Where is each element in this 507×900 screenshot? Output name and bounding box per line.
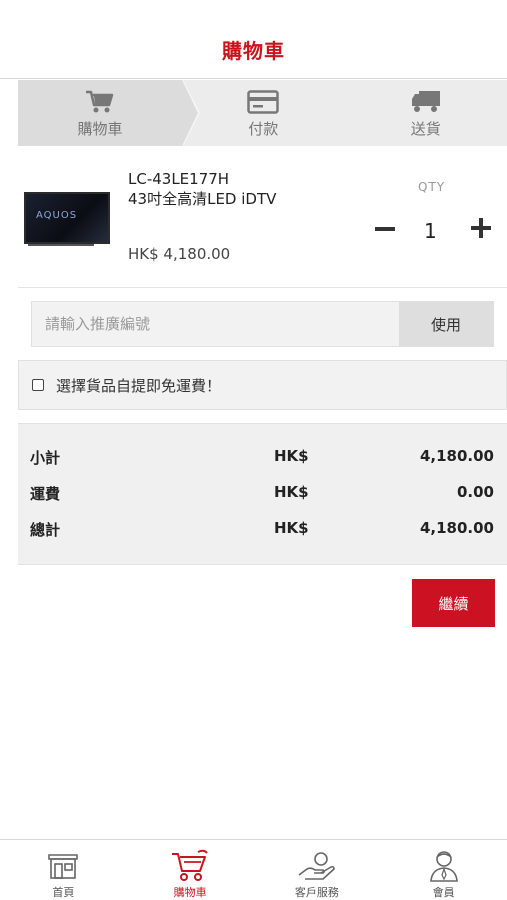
page-title: 購物車: [222, 39, 285, 63]
apply-promo-button[interactable]: 使用: [399, 302, 493, 346]
product-name: 43吋全高清LED iDTV: [128, 190, 277, 208]
cart-icon: [85, 88, 115, 116]
nav-item-member[interactable]: 會員: [380, 840, 507, 900]
nav-label: 客戶服務: [294, 886, 339, 899]
minus-icon: [375, 227, 395, 231]
summary-label: 總計: [30, 521, 61, 539]
summary-currency: HK$: [274, 519, 309, 537]
step-label: 送貨: [410, 119, 441, 138]
checkout-steps: 購物車 付款 送貨: [18, 80, 507, 146]
cart-item: AQUOS LC-43LE177H 43吋全高清LED iDTV HK$ 4,1…: [18, 146, 507, 288]
nav-label: 會員: [432, 886, 455, 899]
member-icon: [427, 848, 461, 884]
customer-service-icon: [297, 848, 337, 884]
summary-label: 運費: [30, 485, 61, 503]
continue-button[interactable]: 繼續: [412, 579, 495, 627]
product-image-stand: [28, 244, 94, 246]
summary-row-shipping: 運費 HK$ 0.00: [18, 483, 507, 505]
product-image[interactable]: AQUOS: [24, 192, 110, 244]
nav-item-customer-service[interactable]: 客戶服務: [254, 840, 381, 900]
summary-amount: 4,180.00: [419, 519, 494, 537]
product-model: LC-43LE177H: [128, 170, 230, 188]
step-cart: 購物車: [18, 80, 200, 146]
qty-value: 1: [424, 219, 437, 243]
step-label: 購物車: [77, 119, 123, 138]
summary-currency: HK$: [274, 447, 309, 465]
step-payment: 付款: [182, 80, 345, 146]
self-pickup-option[interactable]: 選擇貨品自提即免運費！: [18, 360, 507, 410]
product-price: HK$ 4,180.00: [128, 245, 231, 263]
step-delivery: 送貨: [345, 80, 507, 146]
nav-label: 購物車: [173, 886, 207, 899]
shopping-cart-icon: [170, 848, 210, 884]
nav-item-home[interactable]: 首頁: [0, 840, 127, 900]
home-icon: [46, 848, 80, 884]
qty-increase-button[interactable]: [470, 217, 494, 241]
cart-page: 購物車 購物車 付款 送貨 AQUOS LC-43LE177H 43吋全高清LE…: [0, 0, 507, 900]
step-label: 付款: [248, 119, 279, 138]
summary-currency: HK$: [274, 483, 309, 501]
summary-amount: 0.00: [456, 483, 494, 501]
summary-row-total: 總計 HK$ 4,180.00: [18, 519, 507, 541]
truck-icon: [410, 88, 442, 116]
qty-decrease-button[interactable]: [374, 216, 396, 242]
nav-item-cart[interactable]: 購物車: [127, 840, 254, 900]
nav-label: 首頁: [52, 886, 75, 899]
qty-label: QTY: [418, 180, 446, 194]
summary-label: 小計: [30, 449, 61, 467]
self-pickup-checkbox[interactable]: [32, 379, 44, 391]
self-pickup-label: 選擇貨品自提即免運費！: [56, 376, 222, 395]
app-header: 購物車: [0, 0, 507, 79]
bottom-nav: 首頁 購物車 客戶服務 會員: [0, 839, 507, 900]
credit-card-icon: [247, 88, 279, 116]
summary-amount: 4,180.00: [419, 447, 494, 465]
summary-row-subtotal: 小計 HK$ 4,180.00: [18, 447, 507, 469]
promo-code-form: 使用: [31, 301, 494, 347]
promo-code-input[interactable]: [32, 302, 399, 346]
order-summary: 小計 HK$ 4,180.00 運費 HK$ 0.00 總計 HK$ 4,180…: [18, 423, 507, 565]
product-image-logo: AQUOS: [36, 210, 78, 221]
